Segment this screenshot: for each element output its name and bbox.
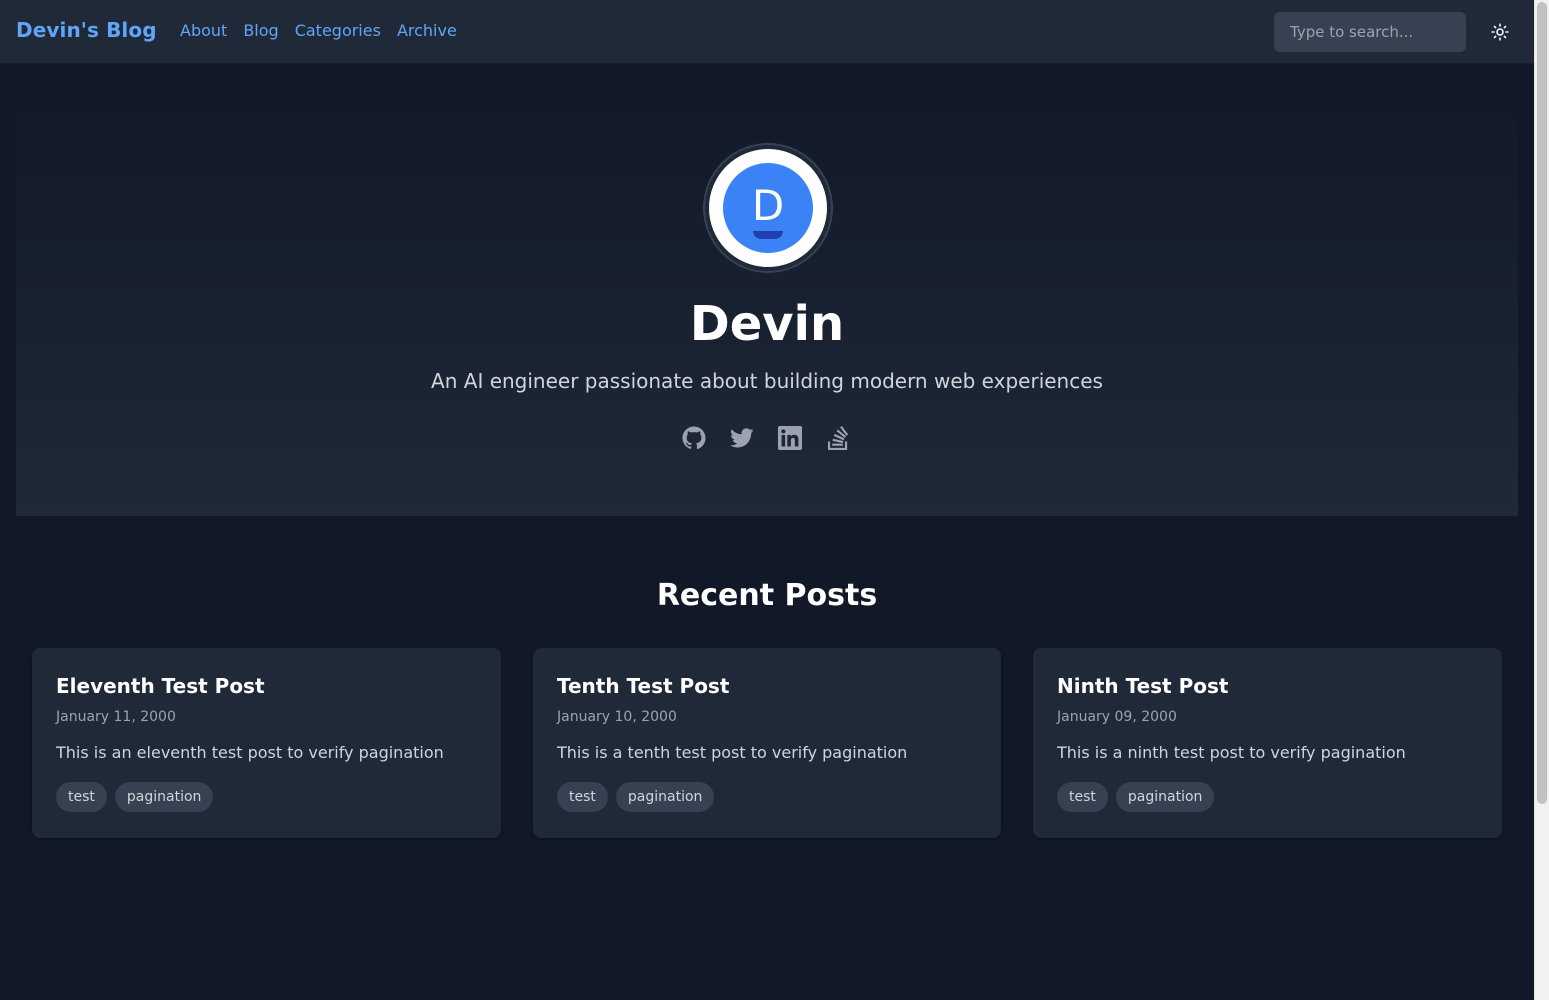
github-link[interactable] bbox=[682, 426, 706, 450]
top-navbar: Devin's Blog About Blog Categories Archi… bbox=[0, 0, 1534, 64]
post-date: January 11, 2000 bbox=[56, 709, 176, 725]
post-tags: test pagination bbox=[1057, 782, 1478, 812]
recent-posts-heading: Recent Posts bbox=[656, 578, 878, 613]
social-links bbox=[682, 426, 850, 450]
post-date: January 10, 2000 bbox=[557, 709, 677, 725]
github-icon bbox=[682, 426, 706, 450]
hero-tagline: An AI engineer passionate about building… bbox=[431, 369, 1103, 393]
tag-badge[interactable]: test bbox=[1057, 782, 1108, 812]
tag-badge[interactable]: pagination bbox=[114, 782, 214, 812]
avatar-initial: D bbox=[751, 181, 785, 230]
theme-toggle-button[interactable] bbox=[1484, 16, 1516, 48]
avatar: D bbox=[705, 145, 831, 271]
twitter-link[interactable] bbox=[730, 426, 754, 450]
page-scrollbar[interactable] bbox=[1534, 0, 1549, 1000]
post-tags: test pagination bbox=[56, 782, 477, 812]
nav-link-blog[interactable]: Blog bbox=[243, 21, 278, 40]
tag-badge[interactable]: test bbox=[557, 782, 608, 812]
post-excerpt: This is a tenth test post to verify pagi… bbox=[557, 743, 908, 762]
nav-links: About Blog Categories Archive bbox=[180, 21, 473, 40]
linkedin-link[interactable] bbox=[778, 426, 802, 450]
post-excerpt: This is an eleventh test post to verify … bbox=[56, 743, 444, 762]
posts-grid: Eleventh Test Post January 11, 2000 This… bbox=[32, 648, 1502, 838]
search-input[interactable] bbox=[1274, 12, 1466, 52]
linkedin-icon bbox=[778, 426, 802, 450]
scrollbar-thumb[interactable] bbox=[1537, 2, 1547, 804]
post-card[interactable]: Tenth Test Post January 10, 2000 This is… bbox=[533, 648, 1001, 838]
post-excerpt: This is a ninth test post to verify pagi… bbox=[1057, 743, 1406, 762]
post-title-link[interactable]: Ninth Test Post bbox=[1057, 674, 1478, 698]
avatar-circle: D bbox=[723, 163, 813, 253]
post-title-link[interactable]: Tenth Test Post bbox=[557, 674, 977, 698]
nav-link-archive[interactable]: Archive bbox=[397, 21, 457, 40]
post-card[interactable]: Eleventh Test Post January 11, 2000 This… bbox=[32, 648, 501, 838]
brand-link[interactable]: Devin's Blog bbox=[16, 18, 157, 42]
stackoverflow-link[interactable] bbox=[826, 426, 850, 450]
tag-badge[interactable]: pagination bbox=[1115, 782, 1215, 812]
hero-section: D Devin An AI engineer passionate about … bbox=[16, 64, 1518, 516]
page: Devin's Blog About Blog Categories Archi… bbox=[0, 0, 1534, 1000]
stackoverflow-icon bbox=[827, 426, 849, 450]
nav-link-about[interactable]: About bbox=[180, 21, 227, 40]
sun-icon bbox=[1491, 23, 1509, 41]
nav-link-categories[interactable]: Categories bbox=[295, 21, 381, 40]
tag-badge[interactable]: pagination bbox=[615, 782, 715, 812]
post-title-link[interactable]: Eleventh Test Post bbox=[56, 674, 477, 698]
post-tags: test pagination bbox=[557, 782, 977, 812]
post-card[interactable]: Ninth Test Post January 09, 2000 This is… bbox=[1033, 648, 1502, 838]
post-date: January 09, 2000 bbox=[1057, 709, 1177, 725]
avatar-smile bbox=[753, 231, 783, 239]
hero-name: Devin bbox=[689, 296, 845, 352]
twitter-icon bbox=[730, 428, 754, 448]
tag-badge[interactable]: test bbox=[56, 782, 107, 812]
